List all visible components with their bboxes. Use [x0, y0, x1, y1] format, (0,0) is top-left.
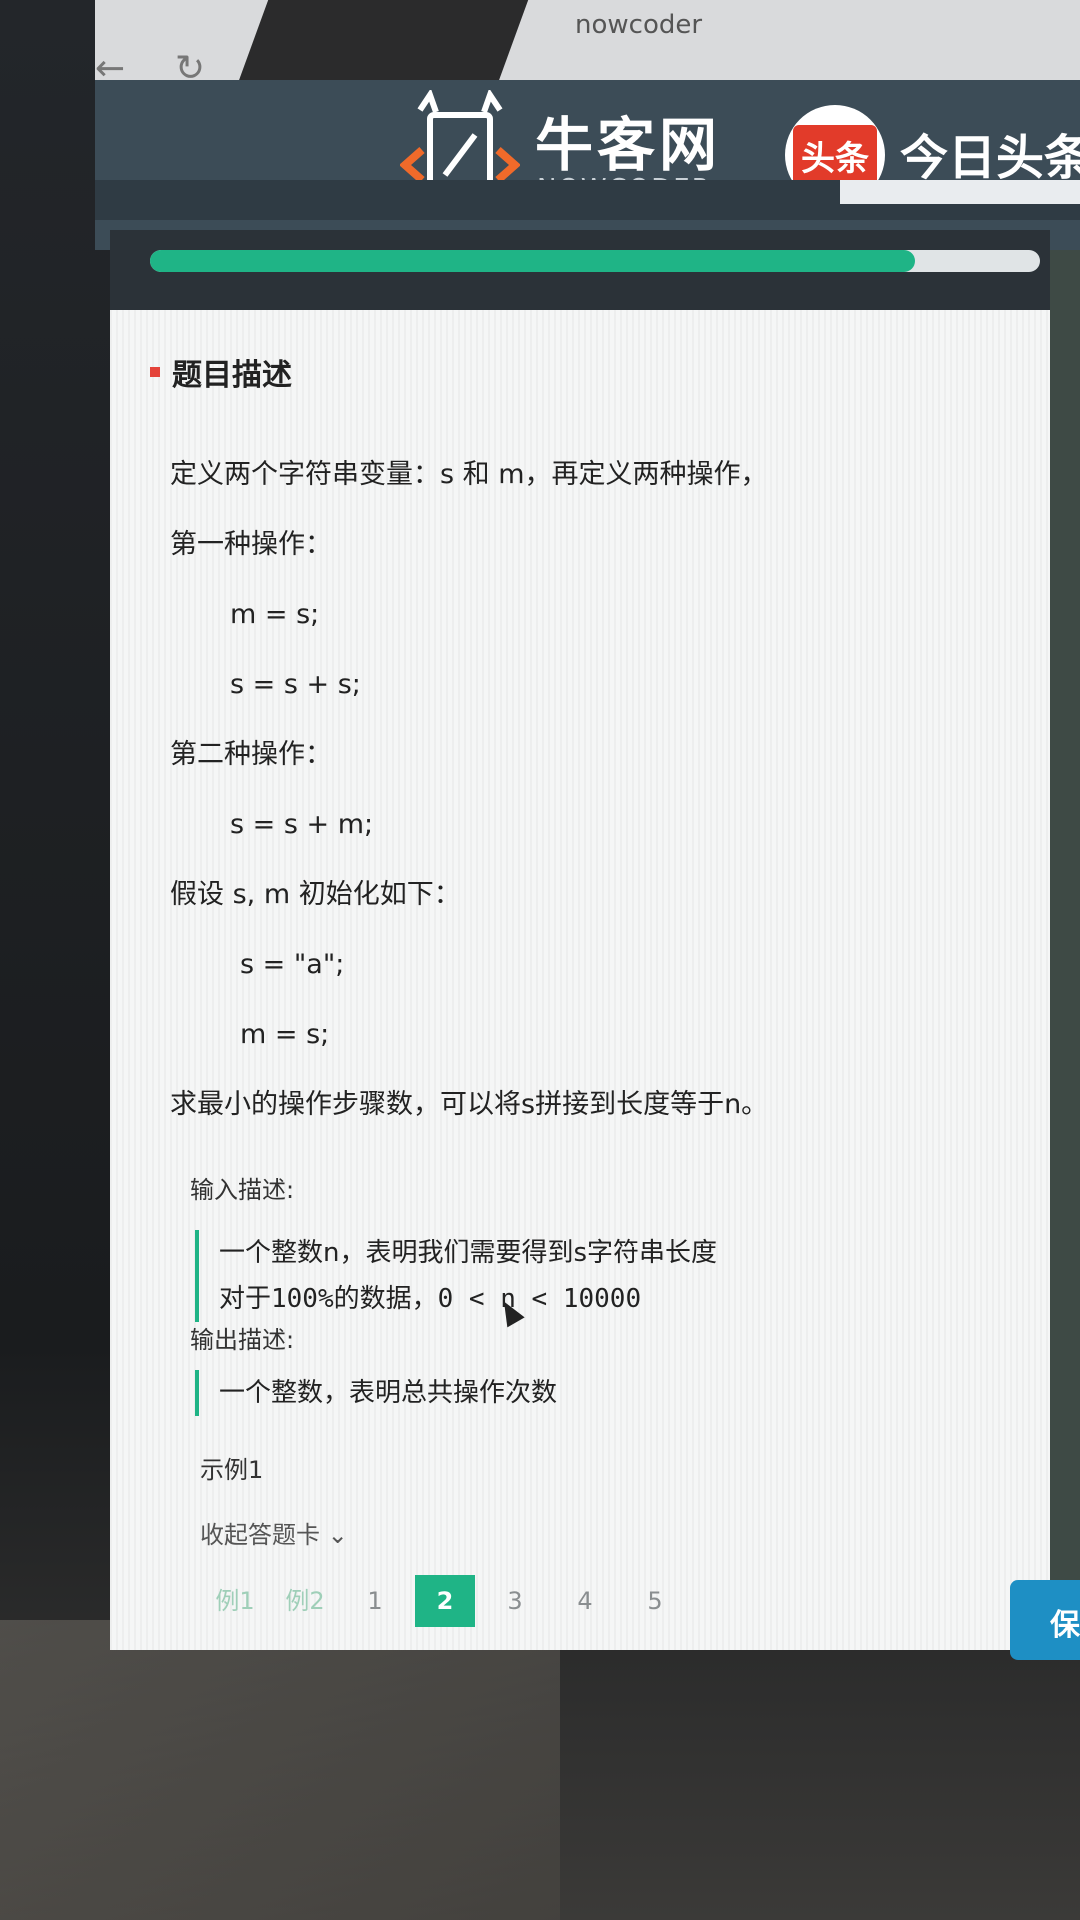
collapse-answer-card-button[interactable]: 收起答题卡 ⌄ — [200, 1515, 348, 1550]
output-description: 一个整数，表明总共操作次数 — [195, 1370, 557, 1416]
input-line: 对于100%的数据，0 < n < 10000 — [219, 1284, 642, 1314]
input-description-title: 输入描述: — [190, 1176, 295, 1204]
description-line: 第二种操作： — [170, 739, 332, 770]
site-name: 牛客网 — [535, 111, 722, 179]
answer-card-page-button[interactable]: 2 — [415, 1575, 475, 1627]
section-title-text: 题目描述 — [172, 358, 292, 393]
problem-description: 定义两个字符串变量：s 和 m，再定义两种操作， 第一种操作： m = s; s = … — [170, 440, 768, 1140]
top-progress-track — [840, 180, 1080, 204]
problem-page: 题目描述 定义两个字符串变量：s 和 m，再定义两种操作， 第一种操作： m = s… — [110, 310, 1050, 1650]
foreground-sheet — [0, 1620, 560, 1920]
partner-badge-label: 头条 — [793, 124, 877, 186]
site-header: 牛客网 NOWCODER 头条 今日头条 — [95, 80, 1080, 250]
problem-section-title: 题目描述 — [150, 350, 292, 394]
progress-fill — [150, 250, 916, 272]
input-line: 一个整数n，表明我们需要得到s字符串长度 — [219, 1238, 718, 1268]
bullet-icon — [150, 367, 160, 377]
description-line: m = s; — [230, 599, 320, 630]
output-description-title: 输出描述: — [190, 1326, 295, 1354]
input-description: 一个整数n，表明我们需要得到s字符串长度 对于100%的数据，0 < n < 1… — [195, 1230, 717, 1322]
partner-name: 今日头条 — [900, 130, 1080, 186]
description-line: s = "a"; — [240, 949, 345, 980]
right-panel — [1050, 250, 1080, 1600]
description-line: s = s + s; — [230, 669, 361, 700]
description-line: 定义两个字符串变量：s 和 m，再定义两种操作， — [170, 459, 768, 490]
answer-card-example-tab[interactable]: 例2 — [275, 1575, 335, 1627]
answer-card-page-button[interactable]: 3 — [485, 1575, 545, 1627]
description-line: s = s + m; — [230, 809, 374, 840]
answer-card-pager: 例1 例2 1 2 3 4 5 — [205, 1575, 695, 1627]
address-bar[interactable]: nowcoder — [575, 10, 702, 40]
description-line: m = s; — [240, 1019, 330, 1050]
answer-card-page-button[interactable]: 1 — [345, 1575, 405, 1627]
description-line: 求最小的操作步骤数，可以将s拼接到长度等于n。 — [170, 1089, 769, 1120]
exam-progress — [150, 242, 1040, 282]
description-line: 第一种操作： — [170, 529, 332, 560]
answer-card-page-button[interactable]: 4 — [555, 1575, 615, 1627]
answer-card-example-tab[interactable]: 例1 — [205, 1575, 265, 1627]
description-line: 假设 s, m 初始化如下： — [170, 879, 461, 910]
save-button[interactable]: 保 — [1010, 1580, 1080, 1660]
example-title: 示例1 — [200, 1456, 264, 1484]
answer-card-page-button[interactable]: 5 — [625, 1575, 685, 1627]
